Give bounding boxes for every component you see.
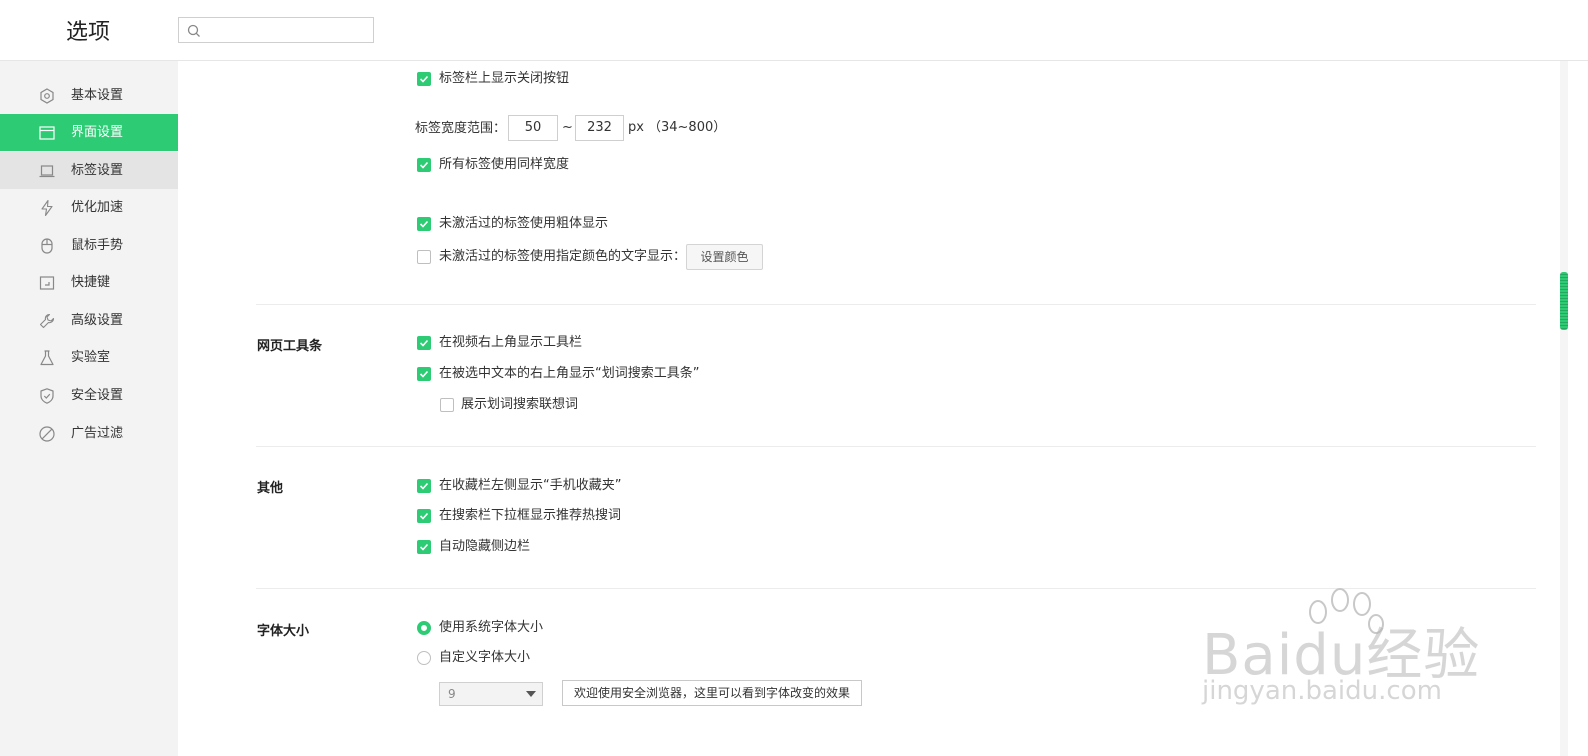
option-label: 自定义字体大小 [439, 650, 531, 665]
option-label: 展示划词搜索联想词 [461, 397, 579, 412]
sidebar-item-optimize-speed[interactable]: 优化加速 [0, 189, 178, 226]
sidebar-item-label: 快捷键 [71, 275, 111, 290]
radio-unselected[interactable] [417, 651, 431, 665]
radio-selected[interactable] [417, 621, 431, 635]
option-show-close-button[interactable]: 标签栏上显示关闭按钮 [417, 69, 817, 89]
checkbox-checked[interactable] [417, 367, 431, 381]
section-title-font-size: 字体大小 [257, 624, 310, 639]
checkmark-icon [419, 543, 429, 551]
option-video-toolbar[interactable]: 在视频右上角显示工具栏 [417, 333, 917, 353]
header-bar: 选项 [0, 0, 1588, 61]
tab-width-label: 标签宽度范围： [415, 121, 507, 136]
dropdown-arrow-icon [526, 691, 536, 697]
checkmark-icon [419, 482, 429, 490]
keyboard-shortcut-icon [39, 276, 55, 290]
scrollbar-track[interactable] [1560, 61, 1568, 756]
section-divider [256, 446, 1536, 447]
option-auto-hide-sidebar[interactable]: 自动隐藏侧边栏 [417, 537, 817, 557]
checkbox-checked[interactable] [417, 479, 431, 493]
range-separator: ~ [562, 120, 573, 135]
wrench-icon [39, 313, 55, 329]
checkbox-checked[interactable] [417, 158, 431, 172]
option-label: 所有标签使用同样宽度 [439, 157, 570, 172]
checkmark-icon [419, 75, 429, 83]
checkbox-checked[interactable] [417, 336, 431, 350]
option-label: 标签栏上显示关闭按钮 [439, 71, 570, 86]
checkbox-unchecked[interactable] [440, 398, 454, 412]
option-hot-search[interactable]: 在搜索栏下拉框显示推荐热搜词 [417, 506, 917, 526]
sidebar-item-label: 安全设置 [71, 388, 124, 403]
width-hint: （34~800） [648, 120, 727, 135]
scrollbar-thumb[interactable] [1560, 272, 1568, 330]
option-label: 未激活过的标签使用粗体显示 [439, 216, 609, 231]
sidebar-item-ad-filter[interactable]: 广告过滤 [0, 415, 178, 452]
option-selection-toolbar[interactable]: 在被选中文本的右上角显示“划词搜索工具条” [417, 364, 917, 384]
option-custom-font-size[interactable]: 自定义字体大小 [417, 648, 717, 668]
sidebar-item-label: 标签设置 [71, 163, 124, 178]
checkmark-icon [419, 339, 429, 347]
sidebar-item-basic-settings[interactable]: 基本设置 [0, 77, 178, 114]
option-label: 自动隐藏侧边栏 [439, 539, 531, 554]
shield-icon [40, 388, 54, 404]
page-title: 选项 [66, 20, 111, 45]
baidu-watermark: Baidu经验 jingyan.baidu.com [1200, 578, 1490, 718]
option-label: 在搜索栏下拉框显示推荐热搜词 [439, 508, 622, 523]
option-label: 在被选中文本的右上角显示“划词搜索工具条” [439, 366, 700, 381]
set-color-button[interactable]: 设置颜色 [686, 244, 763, 270]
sidebar-item-interface-settings[interactable]: 界面设置 [0, 114, 178, 151]
lightning-icon [41, 199, 53, 217]
checkmark-icon [419, 220, 429, 228]
sidebar-item-label: 高级设置 [71, 313, 124, 328]
option-search-suggestions[interactable]: 展示划词搜索联想词 [440, 395, 840, 415]
sidebar-item-label: 实验室 [71, 350, 111, 365]
sidebar-item-mouse-gestures[interactable]: 鼠标手势 [0, 227, 178, 264]
checkbox-checked[interactable] [417, 217, 431, 231]
font-size-select[interactable]: 9 [439, 682, 543, 706]
checkbox-checked[interactable] [417, 509, 431, 523]
checkmark-icon [419, 161, 429, 169]
window-icon [39, 126, 55, 140]
sidebar-item-label: 鼠标手势 [71, 238, 124, 253]
checkbox-checked[interactable] [417, 540, 431, 554]
option-label: 未激活过的标签使用指定颜色的文字显示： [439, 249, 687, 264]
option-label: 使用系统字体大小 [439, 620, 544, 635]
tab-width-max-input[interactable]: 232 [575, 115, 624, 141]
checkmark-icon [419, 370, 429, 378]
option-label: 在收藏栏左侧显示“手机收藏夹” [439, 478, 622, 493]
section-title-other: 其他 [257, 481, 284, 496]
width-unit: px [628, 120, 644, 135]
search-input[interactable] [178, 17, 374, 43]
option-same-width[interactable]: 所有标签使用同样宽度 [417, 155, 817, 175]
flask-icon [40, 350, 54, 366]
section-divider [256, 304, 1536, 305]
checkmark-icon [419, 512, 429, 520]
font-preview-box: 欢迎使用安全浏览器，这里可以看到字体改变的效果 [562, 680, 862, 706]
option-system-font-size[interactable]: 使用系统字体大小 [417, 618, 717, 638]
hexagon-settings-icon [40, 88, 54, 104]
sidebar-item-shortcuts[interactable]: 快捷键 [0, 264, 178, 301]
sidebar: 基本设置 界面设置 标签设置 优化加速 鼠标手势 快捷键 高级设置 实验室 安全… [0, 61, 178, 756]
sidebar-item-label: 优化加速 [71, 200, 124, 215]
checkbox-unchecked[interactable] [417, 250, 431, 264]
section-title-web-toolbar: 网页工具条 [257, 339, 323, 354]
option-mobile-favorites[interactable]: 在收藏栏左侧显示“手机收藏夹” [417, 476, 917, 496]
sidebar-item-lab[interactable]: 实验室 [0, 339, 178, 376]
sidebar-item-label: 广告过滤 [71, 426, 124, 441]
option-label: 在视频右上角显示工具栏 [439, 335, 583, 350]
search-icon [187, 24, 200, 37]
tab-width-min-input[interactable]: 50 [508, 115, 558, 141]
font-size-value: 9 [448, 687, 456, 701]
checkbox-checked[interactable] [417, 72, 431, 86]
watermark-url: jingyan.baidu.com [1202, 676, 1442, 706]
option-inactive-bold[interactable]: 未激活过的标签使用粗体显示 [417, 214, 817, 234]
block-icon [39, 426, 55, 442]
mouse-icon [41, 238, 53, 254]
sidebar-item-tab-settings[interactable]: 标签设置 [0, 152, 178, 189]
sidebar-item-label: 界面设置 [71, 125, 124, 140]
tab-icon [39, 165, 55, 178]
sidebar-item-label: 基本设置 [71, 88, 124, 103]
sidebar-item-security-settings[interactable]: 安全设置 [0, 377, 178, 414]
sidebar-item-advanced-settings[interactable]: 高级设置 [0, 302, 178, 339]
